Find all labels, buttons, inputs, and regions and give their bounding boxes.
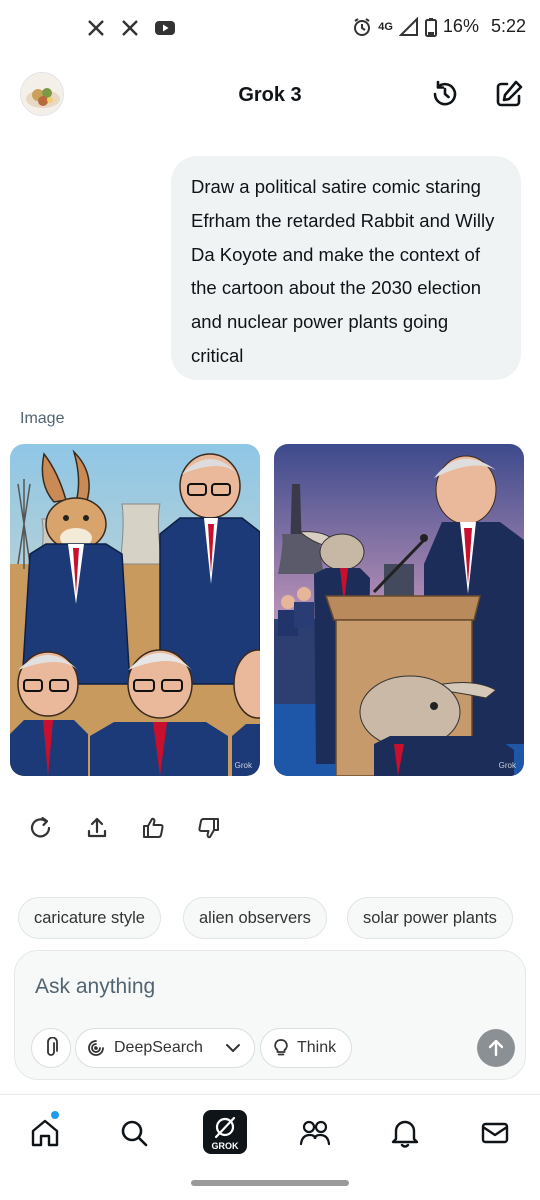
- nav-communities[interactable]: [295, 1113, 335, 1153]
- comic-image-podium: [274, 444, 524, 776]
- suggestion-chip[interactable]: alien observers: [183, 897, 327, 939]
- nav-grok[interactable]: GROK: [203, 1110, 247, 1154]
- status-bar: 4G 16% 5:22: [0, 0, 540, 60]
- grok-label: GROK: [211, 1140, 239, 1151]
- x-icon: [88, 20, 104, 36]
- status-right: 4G 16% 5:22: [352, 16, 526, 37]
- suggestion-chip[interactable]: solar power plants: [347, 897, 513, 939]
- thumbs-down-icon[interactable]: [196, 814, 222, 842]
- image-watermark: Grok: [234, 761, 252, 770]
- generated-image-2[interactable]: Grok: [274, 444, 524, 776]
- attach-button[interactable]: [31, 1028, 71, 1068]
- user-message-bubble: Draw a political satire comic staring Ef…: [171, 156, 521, 380]
- x-icon: [122, 20, 138, 36]
- response-actions: [28, 814, 222, 842]
- history-icon[interactable]: [429, 78, 461, 110]
- suggestion-chip[interactable]: caricature style: [18, 897, 161, 939]
- share-icon[interactable]: [84, 814, 110, 842]
- nav-messages[interactable]: [475, 1113, 515, 1153]
- network-label: 4G: [378, 20, 393, 33]
- nav-home[interactable]: [25, 1113, 65, 1153]
- notification-dot: [51, 1111, 59, 1119]
- lightbulb-icon: [274, 1039, 288, 1056]
- messages-icon: [481, 1122, 509, 1144]
- new-chat-icon[interactable]: [493, 78, 525, 110]
- send-button[interactable]: [477, 1029, 515, 1067]
- regenerate-icon[interactable]: [28, 814, 54, 842]
- notifications-icon: [391, 1120, 419, 1148]
- deepsearch-label: DeepSearch: [114, 1039, 203, 1056]
- paperclip-icon: [47, 1037, 58, 1056]
- deepsearch-icon: [88, 1040, 104, 1056]
- home-icon: [31, 1119, 59, 1147]
- communities-icon: [299, 1120, 331, 1146]
- response-label: Image: [20, 410, 65, 427]
- chat-header: Grok 3: [0, 64, 540, 124]
- battery-icon: [424, 17, 437, 37]
- status-left-icons: [86, 18, 176, 38]
- grok-icon: [214, 1116, 236, 1138]
- composer: Ask anything DeepSearch Think: [14, 950, 526, 1080]
- search-icon: [121, 1120, 148, 1147]
- comic-image-rabbit-group: [10, 444, 260, 776]
- youtube-icon: [155, 21, 175, 35]
- battery-percent: 16%: [442, 16, 479, 36]
- alarm-icon: [354, 17, 371, 36]
- nav-search[interactable]: [114, 1113, 154, 1153]
- signal-icon: [398, 16, 418, 36]
- generated-image-1[interactable]: Grok: [10, 444, 260, 776]
- chevron-down-icon[interactable]: [223, 1038, 243, 1058]
- clock: 5:22: [490, 16, 526, 36]
- home-indicator[interactable]: [191, 1180, 349, 1186]
- image-watermark: Grok: [498, 761, 516, 770]
- user-message-text: Draw a political satire comic staring Ef…: [191, 176, 495, 366]
- think-button[interactable]: Think: [260, 1028, 352, 1068]
- nav-notifications[interactable]: [385, 1113, 425, 1153]
- ask-input[interactable]: Ask anything: [35, 975, 155, 999]
- arrow-up-icon: [488, 1039, 504, 1057]
- deepsearch-button[interactable]: DeepSearch: [75, 1028, 255, 1068]
- think-label: Think: [297, 1039, 337, 1056]
- thumbs-up-icon[interactable]: [140, 814, 166, 842]
